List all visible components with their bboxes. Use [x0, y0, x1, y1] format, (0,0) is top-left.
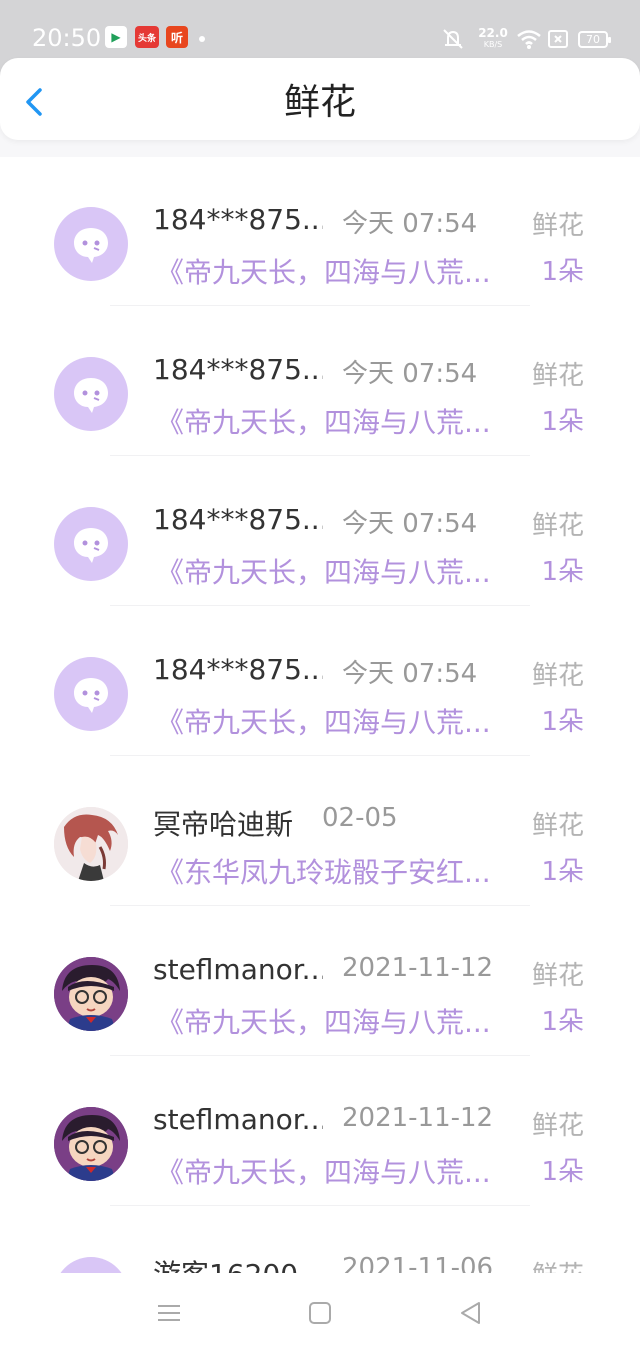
time-text: 今天 07:54	[342, 509, 478, 539]
user-name: 184***875...	[153, 653, 323, 686]
time-text: 2021-11-12	[342, 1103, 494, 1133]
gift-count: 1朵	[541, 857, 584, 887]
gift-type: 鲜花	[531, 1111, 584, 1141]
book-title: 《帝九天长，四海与八荒...	[156, 256, 491, 289]
status-time: 20:50	[32, 24, 102, 52]
header: 鲜花	[0, 58, 640, 140]
list-item[interactable]: 冥帝哈迪斯 02-05 鲜花 《东华凤九玲珑骰子安红... 1朵	[0, 757, 640, 907]
book-title: 《帝九天长，四海与八荒...	[156, 1006, 491, 1039]
divider	[110, 455, 530, 456]
list-item[interactable]: steflmanor... 2021-11-12 鲜花 《帝九天长，四海与八荒.…	[0, 907, 640, 1057]
time-text: 今天 07:54	[342, 209, 478, 239]
avatar	[54, 507, 128, 581]
list-item[interactable]: 184***875... 今天 07:54 鲜花 《帝九天长，四海与八荒... …	[0, 157, 640, 307]
time-text: 今天 07:54	[342, 659, 478, 689]
home-button[interactable]	[306, 1299, 334, 1327]
gift-type: 鲜花	[531, 811, 584, 841]
listen-app-icon: 听	[166, 26, 188, 48]
time-text: 02-05	[322, 803, 398, 833]
gift-type: 鲜花	[531, 961, 584, 991]
avatar	[54, 807, 128, 881]
anime-avatar-icon	[54, 957, 128, 1031]
divider	[110, 755, 530, 756]
battery-icon: 70	[578, 31, 611, 48]
list-item[interactable]: 184***875... 今天 07:54 鲜花 《帝九天长，四海与八荒... …	[0, 307, 640, 457]
time-text: 2021-11-06	[342, 1253, 494, 1273]
book-title: 《帝九天长，四海与八荒...	[156, 1156, 491, 1189]
divider	[110, 1055, 530, 1056]
divider	[110, 1205, 530, 1206]
gift-count: 1朵	[541, 707, 584, 737]
gift-type: 鲜花	[531, 361, 584, 391]
user-name: steflmanor...	[153, 1103, 323, 1136]
book-title: 《帝九天长，四海与八荒...	[156, 406, 491, 439]
gift-count: 1朵	[541, 1157, 584, 1187]
user-name: 184***875...	[153, 203, 323, 236]
illustration-avatar-icon	[54, 807, 128, 881]
page-title: 鲜花	[283, 82, 356, 123]
net-speed-unit: KB/S	[483, 40, 503, 49]
gift-count: 1朵	[541, 407, 584, 437]
default-avatar-icon	[74, 678, 108, 713]
toutiao-app-icon: 头条	[135, 26, 159, 48]
avatar	[54, 207, 128, 281]
net-speed-value: 22.0	[478, 26, 508, 40]
user-name: 184***875...	[153, 503, 323, 536]
default-avatar-icon	[74, 378, 108, 413]
video-app-icon: ▶	[105, 26, 127, 48]
book-title: 《帝九天长，四海与八荒...	[156, 556, 491, 589]
user-name: steflmanor...	[153, 953, 323, 986]
avatar	[54, 657, 128, 731]
avatar	[54, 1107, 128, 1181]
avatar	[54, 357, 128, 431]
wifi-icon	[517, 30, 541, 49]
list-item[interactable]: 184***875... 今天 07:54 鲜花 《帝九天长，四海与八荒... …	[0, 607, 640, 757]
time-text: 2021-11-12	[342, 953, 494, 983]
divider	[110, 605, 530, 606]
list-item[interactable]: steflmanor... 2021-11-12 鲜花 《帝九天长，四海与八荒.…	[0, 1057, 640, 1207]
sim-icon	[548, 30, 568, 48]
gift-count: 1朵	[541, 557, 584, 587]
gift-count: 1朵	[541, 257, 584, 287]
book-title: 《东华凤九玲珑骰子安红...	[156, 856, 491, 889]
back-nav-button[interactable]	[457, 1299, 485, 1327]
gift-type: 鲜花	[531, 511, 584, 541]
net-speed: 22.0 KB/S	[473, 27, 513, 51]
anime-avatar-icon	[54, 1107, 128, 1181]
default-avatar-icon	[74, 228, 108, 263]
divider	[110, 305, 530, 306]
list-item[interactable]: 游客16200... 2021-11-06 鲜花	[0, 1207, 640, 1273]
menu-button[interactable]	[155, 1299, 183, 1327]
gift-type: 鲜花	[532, 1255, 584, 1273]
avatar	[54, 957, 128, 1031]
divider	[110, 905, 530, 906]
user-name: 游客16200...	[153, 1253, 323, 1273]
gift-type: 鲜花	[531, 211, 584, 241]
avatar	[54, 1257, 128, 1273]
time-text: 今天 07:54	[342, 359, 478, 389]
user-name: 184***875...	[153, 353, 323, 386]
notification-dot-icon	[199, 36, 205, 42]
mute-icon	[443, 29, 463, 49]
user-name: 冥帝哈迪斯	[153, 808, 294, 841]
list-item[interactable]: 184***875... 今天 07:54 鲜花 《帝九天长，四海与八荒... …	[0, 457, 640, 607]
flower-list[interactable]: 184***875... 今天 07:54 鲜花 《帝九天长，四海与八荒... …	[0, 157, 640, 1273]
system-nav-bar	[0, 1273, 640, 1351]
gift-count: 1朵	[541, 1007, 584, 1037]
book-title: 《帝九天长，四海与八荒...	[156, 706, 491, 739]
gift-type: 鲜花	[531, 661, 584, 691]
default-avatar-icon	[74, 528, 108, 563]
